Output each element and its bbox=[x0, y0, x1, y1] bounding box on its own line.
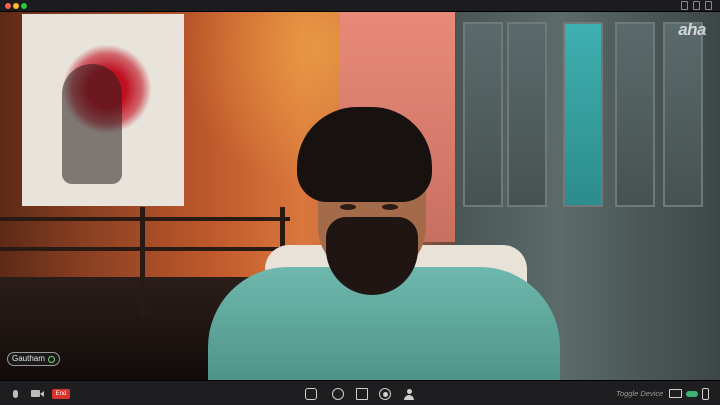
chat-icon[interactable] bbox=[305, 388, 317, 400]
toggle-device-switch[interactable] bbox=[686, 391, 698, 397]
title-bar bbox=[0, 0, 720, 12]
laptop-icon[interactable] bbox=[669, 389, 682, 398]
mic-icon[interactable] bbox=[10, 387, 20, 400]
record-icon[interactable] bbox=[379, 388, 391, 400]
wall-poster bbox=[22, 14, 184, 206]
pip-icon[interactable] bbox=[681, 1, 688, 10]
call-controls-bar: End Toggle Device bbox=[0, 380, 720, 405]
video-call-window: aha Gautham End Toggle Device bbox=[0, 0, 720, 405]
participant-name: Gautham bbox=[12, 354, 45, 363]
toggle-device-label: Toggle Device bbox=[616, 389, 664, 398]
aha-logo: aha bbox=[678, 20, 706, 39]
refresh-icon bbox=[47, 355, 55, 363]
title-bar-icons bbox=[681, 1, 712, 10]
share-screen-icon[interactable] bbox=[356, 388, 368, 400]
maximize-window-button[interactable] bbox=[21, 3, 27, 9]
camera-icon[interactable] bbox=[30, 387, 44, 400]
participant-video: aha bbox=[0, 12, 720, 380]
minimize-window-button[interactable] bbox=[13, 3, 19, 9]
fullscreen-icon[interactable] bbox=[705, 1, 712, 10]
user-icon[interactable] bbox=[403, 388, 415, 400]
participants-icon[interactable] bbox=[332, 388, 344, 400]
phone-icon[interactable] bbox=[702, 388, 709, 400]
participant-name-tag: Gautham bbox=[7, 352, 60, 366]
layout-icon[interactable] bbox=[693, 1, 700, 10]
close-window-button[interactable] bbox=[5, 3, 11, 9]
end-call-button[interactable]: End bbox=[52, 389, 70, 399]
